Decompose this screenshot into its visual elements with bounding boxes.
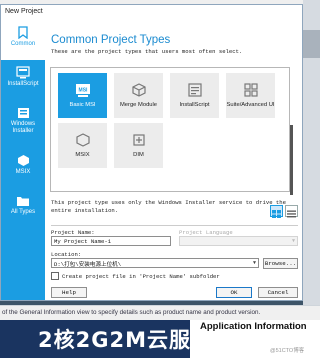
list-view-button[interactable] [285,205,298,218]
svg-text:MSI: MSI [78,88,88,94]
sidebar-item-windows-installer[interactable]: Windows Installer [1,100,45,148]
watermark: @51CTO博客 [270,348,305,354]
project-type-msix[interactable]: MSIX [58,123,107,168]
project-type-suite-advanced-ui[interactable]: Suite/Advanced UI [226,73,275,118]
msi-icon: MSI [75,84,90,97]
sidebar-item-label: Windows Installer [10,121,36,134]
bookmark-icon [18,26,28,39]
dialog-main-panel: Common Project Types These are the proje… [45,20,302,300]
browse-button[interactable]: Browse... [263,258,298,269]
page-subtitle: These are the project types that users m… [51,48,243,55]
msix-icon [17,155,29,166]
page-title: Common Project Types [51,34,171,46]
help-button[interactable]: Help [51,287,87,298]
ok-button[interactable]: OK [216,287,252,298]
sidebar-item-label: All Types [10,209,36,215]
list-view-icon [287,210,296,218]
project-type-basic-msi[interactable]: MSI Basic MSI [58,73,107,118]
chevron-down-icon: ▼ [291,238,295,244]
promo-text: 2核2G2M云服务器 [38,328,190,352]
sidebar-item-all-types[interactable]: All Types [1,188,45,228]
dim-icon [132,134,145,146]
project-category-sidebar: Common InstallScript Windows Installer M… [1,20,45,300]
application-information-title: Application Information [200,321,307,332]
cancel-button[interactable]: Cancel [258,287,298,298]
location-label: Location: [51,251,82,258]
suite-icon [243,83,258,97]
grid-view-icon [272,210,281,218]
project-types-scrollbar[interactable] [290,125,293,195]
project-type-label: Suite/Advanced UI [226,102,275,108]
project-type-label: Basic MSI [69,102,96,108]
large-icons-view-button[interactable] [270,205,283,218]
project-types-list: MSI Basic MSI Merge Module InstallScript… [50,67,293,195]
project-type-dim[interactable]: DIM [114,123,163,168]
background-description: of the General Information view to speci… [0,305,320,320]
sidebar-item-label: Common [10,41,36,47]
sidebar-item-label: InstallScript [7,81,39,87]
sidebar-item-common[interactable]: Common [1,20,45,60]
all-types-icon [17,197,29,206]
sidebar-item-installscript[interactable]: InstallScript [1,60,45,100]
location-combobox[interactable]: D:\打包\安装电源上位机\ ▼ [51,258,259,268]
installscript-project-icon [187,83,202,97]
installscript-icon [16,66,30,79]
chevron-down-icon[interactable]: ▼ [253,260,256,266]
promo-banner[interactable]: 2核2G2M云服务器 [0,320,190,358]
dialog-title: New Project [1,5,302,20]
project-name-label: Project Name: [51,229,95,236]
location-value: D:\打包\安装电源上位机\ [54,261,122,268]
project-type-merge-module[interactable]: Merge Module [114,73,163,118]
msix-project-icon [75,133,90,147]
project-type-label: InstallScript [179,102,210,108]
project-type-label: MSIX [75,152,90,158]
project-type-label: Merge Module [119,102,158,108]
project-language-label: Project Language [179,229,233,236]
sidebar-item-msix[interactable]: MSIX [1,148,45,188]
divider [51,225,298,226]
merge-module-icon [131,83,146,97]
windows-installer-icon [17,108,29,118]
create-in-subfolder-label[interactable]: Create project file in 'Project Name' su… [62,273,220,280]
project-language-dropdown: ▼ [179,236,298,246]
new-project-dialog: New Project Common InstallScript Windows… [0,4,303,301]
sidebar-item-label: MSIX [15,169,31,175]
project-type-installscript[interactable]: InstallScript [170,73,219,118]
project-name-input[interactable]: My Project Name-1 [51,236,171,246]
create-in-subfolder-checkbox[interactable] [51,272,59,280]
background-scroll-thumb[interactable] [303,30,320,58]
project-type-description: This project type uses only the Windows … [51,199,286,214]
project-type-label: DIM [133,152,144,158]
